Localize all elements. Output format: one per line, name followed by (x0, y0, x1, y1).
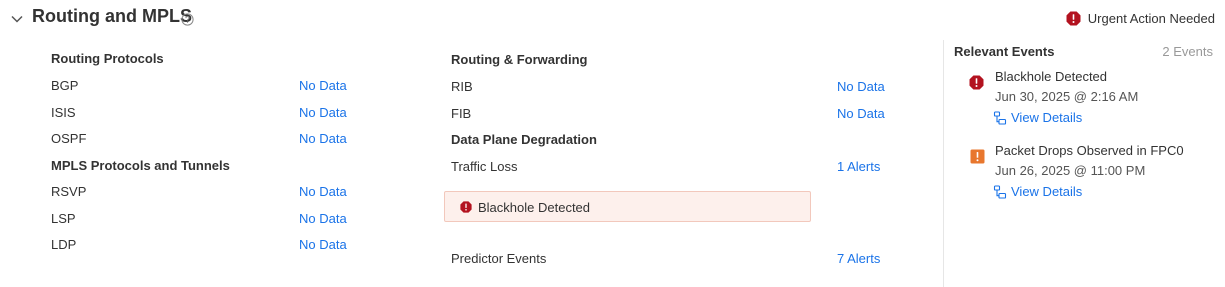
ldp-label: LDP (51, 237, 77, 252)
view-details-label: View Details (1011, 184, 1083, 199)
blackhole-alert-banner[interactable]: Blackhole Detected (444, 191, 811, 222)
panel-divider (943, 40, 944, 287)
event-title: Packet Drops Observed in FPC0 (995, 143, 1184, 158)
lsp-status-link[interactable]: No Data (299, 211, 347, 226)
urgent-action-label: Urgent Action Needed (1087, 11, 1215, 26)
topology-icon (993, 184, 1007, 199)
rib-status-link[interactable]: No Data (837, 79, 885, 94)
event-title: Blackhole Detected (995, 69, 1108, 84)
mpls-heading: MPLS Protocols and Tunnels (51, 158, 230, 173)
rsvp-status-link[interactable]: No Data (299, 184, 347, 199)
section-title: Routing and MPLS (32, 6, 192, 26)
predictor-events-alerts-link[interactable]: 7 Alerts (837, 251, 880, 266)
routing-protocols-heading: Routing Protocols (51, 51, 164, 66)
ospf-status-link[interactable]: No Data (299, 131, 347, 146)
event-time: Jun 30, 2025 @ 2:16 AM (995, 89, 1139, 104)
rsvp-label: RSVP (51, 184, 87, 199)
isis-label: ISIS (51, 105, 76, 120)
topology-icon (993, 110, 1007, 125)
predictor-events-label: Predictor Events (451, 251, 547, 266)
exclamation-square-icon (970, 149, 985, 164)
chevron-down-icon[interactable] (10, 12, 24, 26)
rib-label: RIB (451, 79, 473, 94)
view-details-link[interactable]: View Details (993, 110, 1082, 125)
blackhole-alert-text: Blackhole Detected (478, 200, 591, 215)
lsp-label: LSP (51, 211, 76, 226)
routing-forwarding-heading: Routing & Forwarding (451, 52, 588, 67)
exclamation-octagon-icon (460, 201, 472, 213)
urgent-action-badge: Urgent Action Needed (1066, 11, 1215, 26)
ldp-status-link[interactable]: No Data (299, 237, 347, 252)
fib-status-link[interactable]: No Data (837, 106, 885, 121)
isis-status-link[interactable]: No Data (299, 105, 347, 120)
view-details-label: View Details (1011, 110, 1083, 125)
fib-label: FIB (451, 106, 472, 121)
exclamation-octagon-icon (1066, 11, 1081, 26)
section-header: Routing and MPLS Urgent Action Needed (0, 0, 1225, 40)
ospf-label: OSPF (51, 131, 87, 146)
traffic-loss-alerts-link[interactable]: 1 Alerts (837, 159, 880, 174)
relevant-events-count: 2 Events (1162, 44, 1213, 59)
help-circle-icon[interactable] (181, 13, 194, 26)
bgp-status-link[interactable]: No Data (299, 78, 347, 93)
data-plane-heading: Data Plane Degradation (451, 132, 597, 147)
view-details-link[interactable]: View Details (993, 184, 1082, 199)
relevant-events-title: Relevant Events (954, 44, 1055, 59)
bgp-label: BGP (51, 78, 79, 93)
traffic-loss-label: Traffic Loss (451, 159, 518, 174)
exclamation-octagon-icon (969, 75, 984, 90)
event-time: Jun 26, 2025 @ 11:00 PM (995, 163, 1146, 178)
